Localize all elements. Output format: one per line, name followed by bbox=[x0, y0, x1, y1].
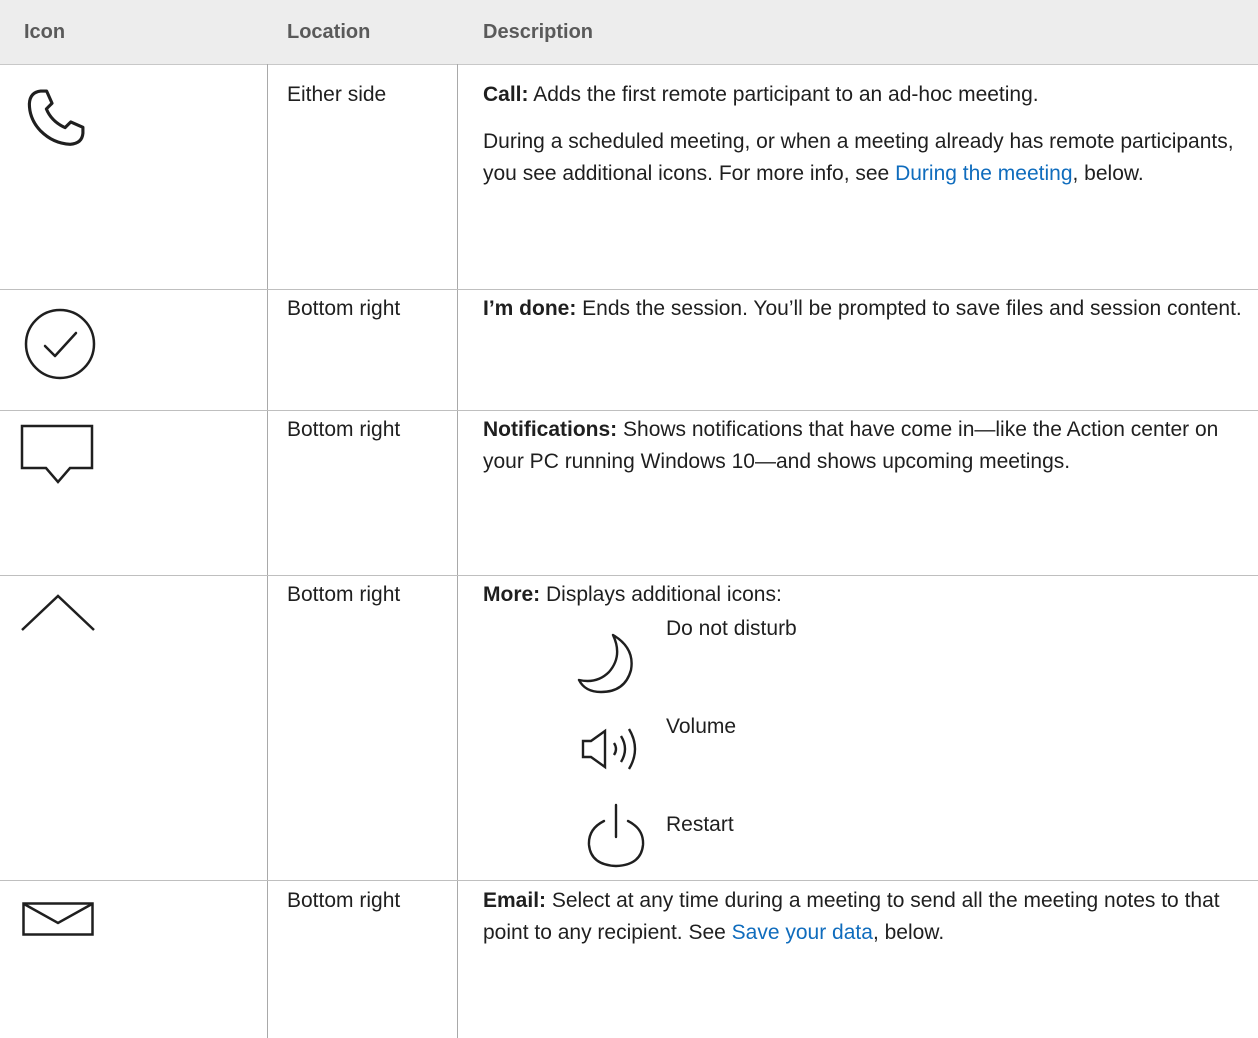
description-title: Notifications: bbox=[483, 418, 618, 441]
location-cell: Either side bbox=[287, 83, 387, 106]
envelope-icon bbox=[22, 902, 94, 936]
row-divider bbox=[0, 289, 1258, 290]
description-cell: Email: Select at any time during a meeti… bbox=[483, 885, 1243, 964]
description-title: Call: bbox=[483, 83, 529, 106]
location-cell: Bottom right bbox=[287, 418, 401, 441]
description-text: , below. bbox=[1072, 162, 1144, 185]
column-divider bbox=[267, 64, 268, 1038]
during-the-meeting-link[interactable]: During the meeting bbox=[895, 162, 1072, 185]
description-cell: I’m done: Ends the session. You’ll be pr… bbox=[483, 293, 1243, 340]
header-location: Location bbox=[287, 21, 371, 43]
moon-icon bbox=[577, 632, 637, 696]
description-title: More: bbox=[483, 583, 541, 606]
save-your-data-link[interactable]: Save your data bbox=[732, 921, 873, 944]
location-cell: Bottom right bbox=[287, 297, 401, 320]
description-cell: More: Displays additional icons: bbox=[483, 579, 1243, 626]
header-description: Description bbox=[483, 21, 594, 43]
row-divider bbox=[0, 880, 1258, 881]
location-cell: Bottom right bbox=[287, 583, 401, 606]
chat-bubble-icon bbox=[20, 424, 96, 486]
icon-reference-table: Icon Location Description Either side Ca… bbox=[0, 0, 1258, 1038]
phone-icon bbox=[22, 84, 90, 152]
description-text: Adds the first remote participant to an … bbox=[528, 83, 1039, 106]
chevron-up-icon bbox=[20, 594, 96, 634]
do-not-disturb-label: Do not disturb bbox=[666, 617, 797, 640]
description-title: Email: bbox=[483, 889, 547, 912]
description-text: Displays additional icons: bbox=[540, 583, 782, 606]
description-title: I’m done: bbox=[483, 297, 577, 320]
table-header: Icon Location Description bbox=[0, 0, 1258, 65]
speaker-icon bbox=[581, 725, 647, 773]
volume-label: Volume bbox=[666, 715, 737, 738]
column-divider bbox=[457, 64, 458, 1038]
checkmark-circle-icon bbox=[22, 306, 98, 382]
power-icon bbox=[585, 803, 647, 869]
row-divider bbox=[0, 575, 1258, 576]
location-cell: Bottom right bbox=[287, 889, 401, 912]
description-cell: Notifications: Shows notifications that … bbox=[483, 414, 1243, 493]
description-cell: Call: Adds the first remote participant … bbox=[483, 79, 1243, 205]
header-icon: Icon bbox=[24, 21, 66, 43]
description-text: Ends the session. You’ll be prompted to … bbox=[576, 297, 1242, 320]
row-divider bbox=[0, 410, 1258, 411]
description-text: , below. bbox=[872, 921, 945, 944]
restart-label: Restart bbox=[666, 813, 734, 836]
